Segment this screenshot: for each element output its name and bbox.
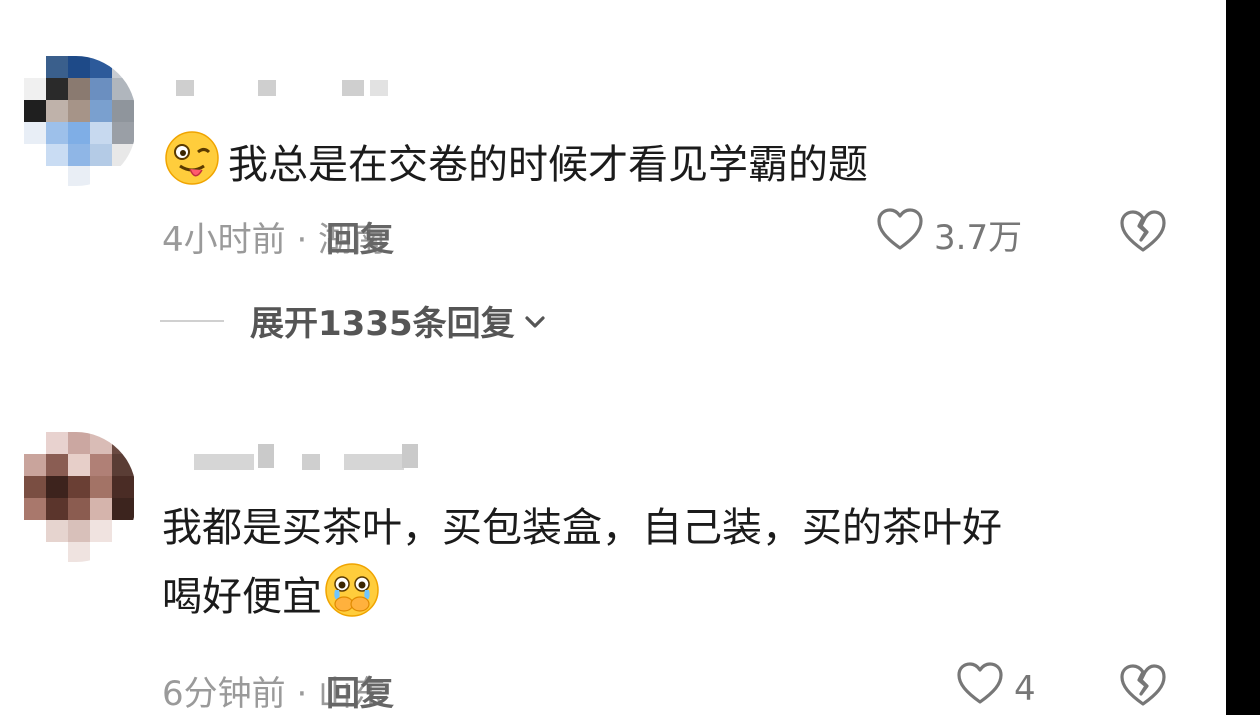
heart-icon xyxy=(956,662,1004,715)
avatar[interactable] xyxy=(24,56,136,186)
crying-covering-mouth-emoji xyxy=(322,560,382,620)
chevron-down-icon xyxy=(523,301,547,341)
expand-replies-button[interactable]: 展开1335条回复 xyxy=(160,296,547,345)
reply-button[interactable]: 回复 xyxy=(326,212,394,261)
broken-heart-icon xyxy=(1118,664,1168,712)
like-button[interactable]: 4 xyxy=(956,662,1036,715)
comment-body: 我总是在交卷的时候才看见学霸的题 xyxy=(228,142,868,188)
comment-body-line-1: 我都是买茶叶，买包装盒，自己装，买的茶叶好 xyxy=(162,505,1002,551)
broken-heart-icon xyxy=(1118,210,1168,258)
comment-body-line-2: 喝好便宜 xyxy=(162,574,322,620)
like-button[interactable]: 3.7万 xyxy=(876,208,1022,261)
dislike-button[interactable] xyxy=(1118,664,1168,712)
like-count: 4 xyxy=(1014,668,1036,709)
winking-tongue-emoji xyxy=(162,128,222,188)
right-edge-bar xyxy=(1226,0,1260,715)
heart-icon xyxy=(876,208,924,261)
divider xyxy=(160,319,224,322)
dislike-button[interactable] xyxy=(1118,210,1168,258)
avatar[interactable] xyxy=(24,432,136,562)
expand-replies-label: 展开1335条回复 xyxy=(250,304,515,344)
comment-text: 我都是买茶叶，买包装盒，自己装，买的茶叶好 喝好便宜 xyxy=(162,496,1166,629)
reply-button[interactable]: 回复 xyxy=(326,666,394,715)
comment-text: 我总是在交卷的时候才看见学霸的题 xyxy=(162,128,1166,197)
like-count: 3.7万 xyxy=(934,218,1023,258)
